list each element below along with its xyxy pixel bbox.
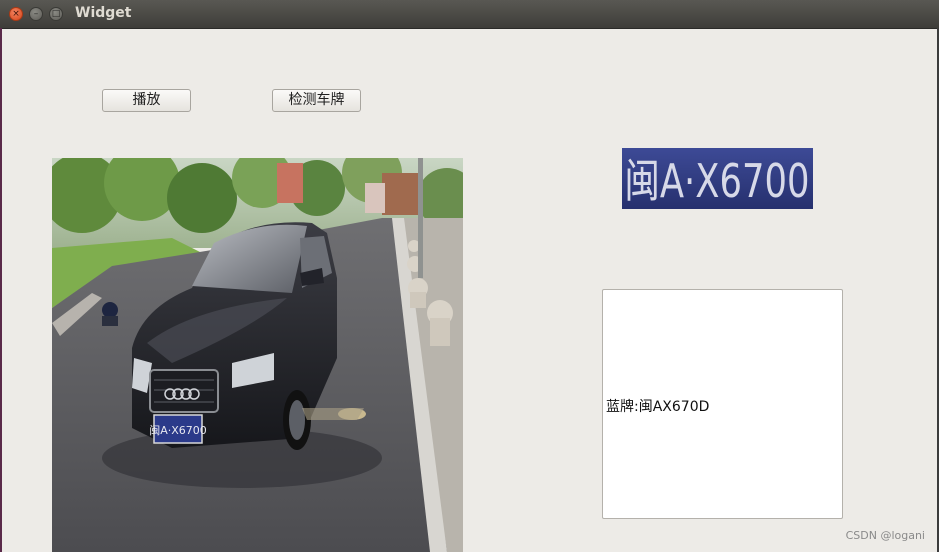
watermark: CSDN @logani xyxy=(845,529,925,542)
close-icon: × xyxy=(12,9,20,19)
detect-plate-button[interactable]: 检测车牌 xyxy=(272,89,361,112)
plate-crop-image: 闽A·X6700 xyxy=(622,148,813,209)
window-title: Widget xyxy=(75,5,132,21)
plate-crop-text: 闽A·X6700 xyxy=(625,154,810,208)
result-text-box[interactable]: 蓝牌:闽AX670D xyxy=(602,289,843,519)
left-border xyxy=(0,28,2,552)
car-plate-text: 闽A·X6700 xyxy=(149,424,207,437)
minimize-icon: – xyxy=(33,9,39,19)
maximize-icon: □ xyxy=(51,9,61,19)
app-window: × – □ Widget 播放 检测车牌 闽A·X6700 闽A·X6700 蓝… xyxy=(0,0,939,552)
title-bar[interactable]: × – □ Widget xyxy=(0,0,939,29)
maximize-button[interactable]: □ xyxy=(49,7,63,21)
result-text: 蓝牌:闽AX670D xyxy=(606,399,710,415)
close-button[interactable]: × xyxy=(9,7,23,21)
car-photo: 闽A·X6700 xyxy=(52,158,463,552)
minimize-button[interactable]: – xyxy=(29,7,43,21)
play-button[interactable]: 播放 xyxy=(102,89,191,112)
